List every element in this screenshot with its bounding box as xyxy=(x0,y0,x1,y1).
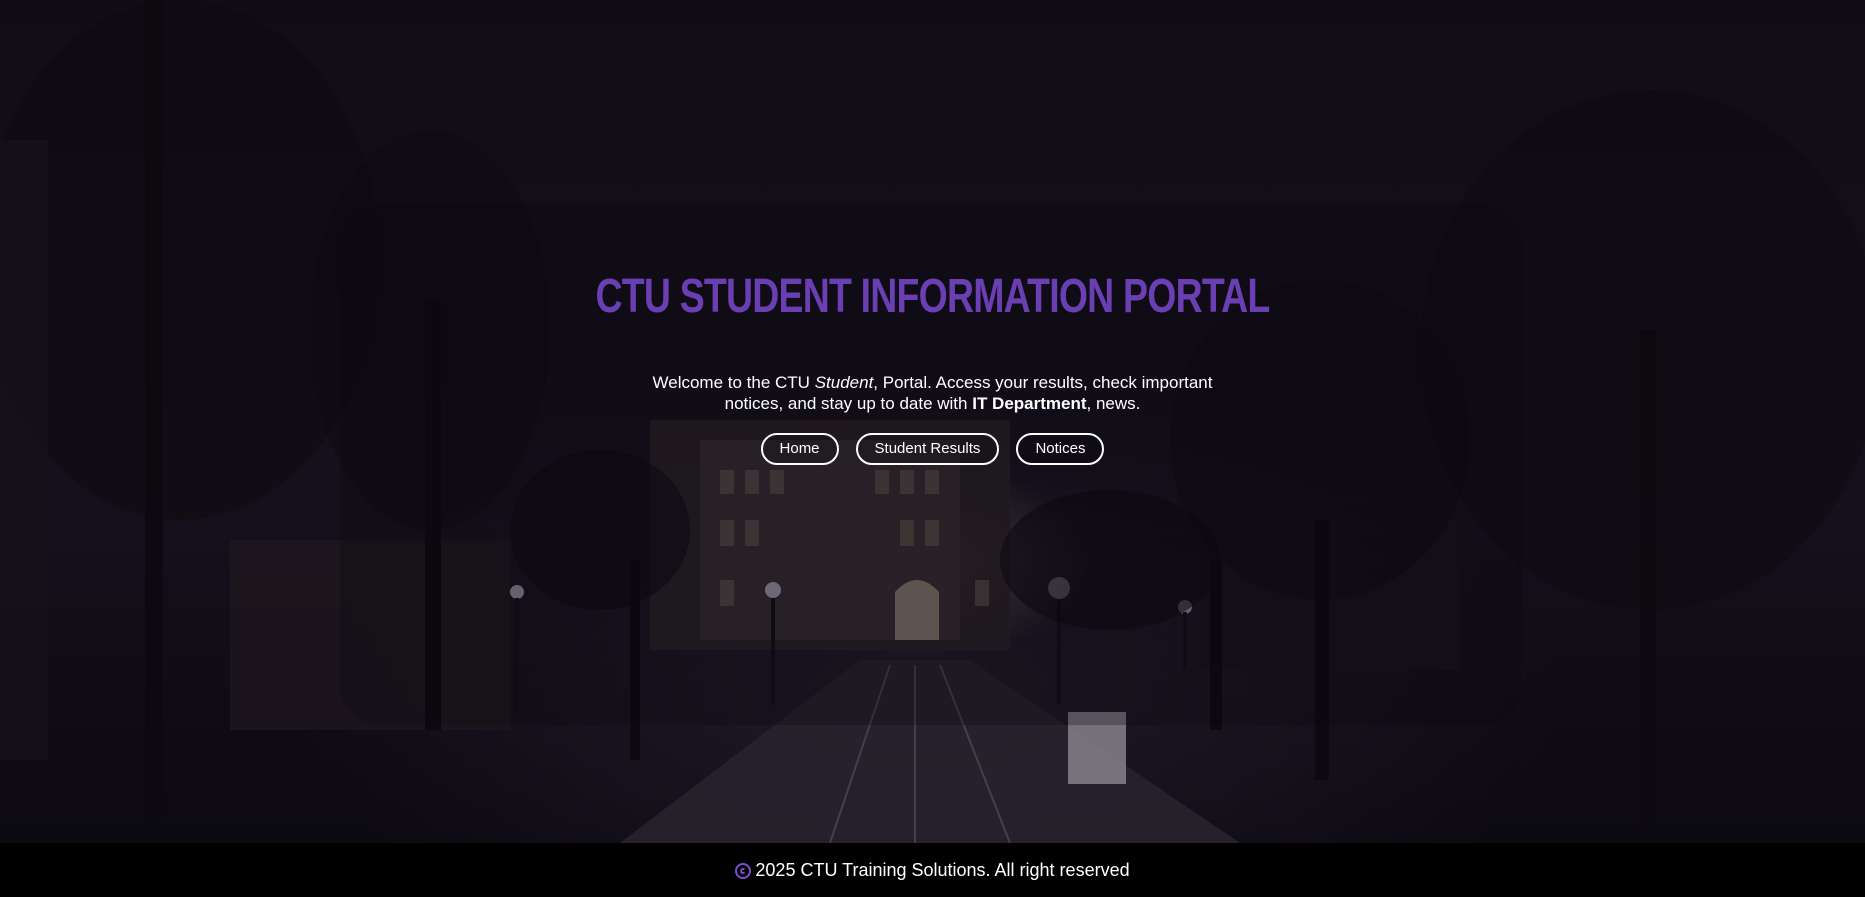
page: CTU STUDENT INFORMATION PORTAL Welcome t… xyxy=(0,0,1865,897)
footer: 2025 CTU Training Solutions. All right r… xyxy=(0,843,1865,897)
main-nav: Home Student Results Notices xyxy=(0,433,1865,465)
welcome-text-it-department: IT Department xyxy=(972,394,1087,413)
welcome-text: Welcome to the CTU Student, Portal. Acce… xyxy=(623,372,1243,414)
student-results-button[interactable]: Student Results xyxy=(855,433,1000,465)
page-title: CTU STUDENT INFORMATION PORTAL xyxy=(595,270,1270,323)
welcome-text-part3: , news. xyxy=(1086,394,1141,413)
footer-text: 2025 CTU Training Solutions. All right r… xyxy=(755,859,1130,880)
welcome-text-student: Student xyxy=(814,373,874,392)
welcome-text-part1: Welcome to the CTU xyxy=(652,373,815,392)
home-button[interactable]: Home xyxy=(760,433,839,465)
notices-button[interactable]: Notices xyxy=(1016,433,1105,465)
hero-section: CTU STUDENT INFORMATION PORTAL Welcome t… xyxy=(0,262,1865,465)
copyright-icon xyxy=(735,863,752,879)
